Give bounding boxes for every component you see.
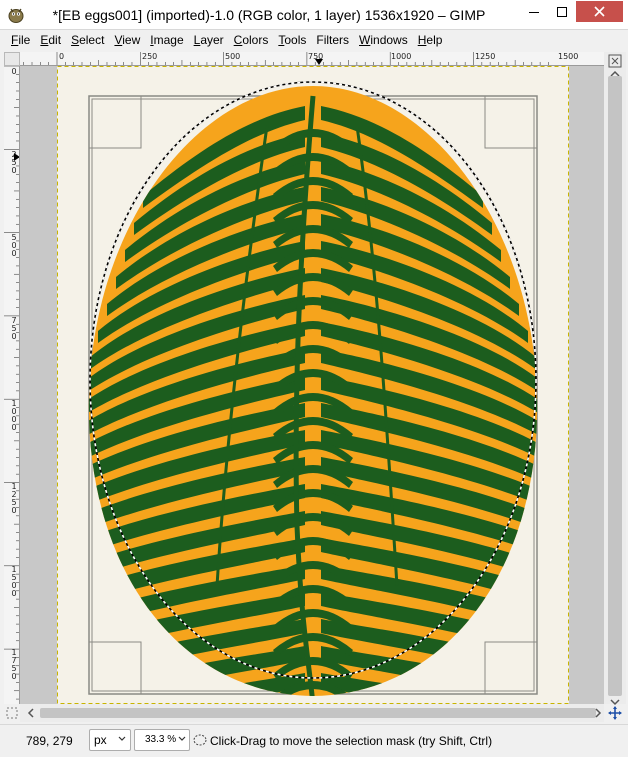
zoom-dropdown[interactable]: 33.3 % [134, 729, 190, 751]
pointer-position-marker [315, 59, 323, 65]
quick-mask-button[interactable] [4, 704, 20, 722]
status-message: Click-Drag to move the selection mask (t… [210, 734, 493, 748]
menu-image[interactable]: Image [145, 30, 188, 50]
minimize-button[interactable] [520, 1, 547, 22]
maximize-button[interactable] [548, 1, 575, 22]
vruler-label-500: 500 [11, 233, 17, 258]
vruler-label-1000: 1000 [11, 399, 17, 432]
menu-layer[interactable]: Layer [189, 30, 229, 50]
title-bar: *[EB eggs001] (imported)-1.0 (RGB color,… [0, 0, 628, 30]
hruler-label-1250: 1250 [475, 52, 496, 61]
gimp-icon [8, 8, 24, 23]
vertical-scrollbar-thumb[interactable] [608, 76, 622, 696]
menu-edit[interactable]: Edit [35, 30, 66, 50]
menu-tools[interactable]: Tools [273, 30, 311, 50]
navigation-button[interactable] [606, 704, 624, 722]
window-title: *[EB eggs001] (imported)-1.0 (RGB color,… [52, 7, 486, 23]
image-content[interactable] [57, 66, 569, 704]
menu-bar: File Edit Select View Image Layer Colors… [0, 30, 628, 50]
horizontal-ruler[interactable]: 0 250 500 750 1000 1250 1500 [20, 52, 604, 66]
hruler-label-0: 0 [59, 52, 65, 61]
vertical-ruler[interactable]: 0 250 500 750 1000 1250 1500 1750 [4, 66, 20, 704]
menu-windows[interactable]: Windows [354, 30, 413, 50]
vruler-label-1500: 1500 [11, 565, 17, 598]
zoom-value: 33.3 % [145, 734, 177, 745]
marbled-egg-image [57, 66, 569, 704]
scroll-right-arrow[interactable] [593, 707, 603, 719]
horizontal-scrollbar-thumb[interactable] [40, 708, 596, 718]
chevron-down-icon [178, 736, 186, 741]
hruler-label-500: 500 [225, 52, 241, 61]
vruler-label-1250: 1250 [11, 482, 17, 515]
pan-cross-icon [608, 706, 622, 720]
quick-mask-icon [6, 707, 18, 719]
image-canvas[interactable] [20, 66, 604, 704]
menu-file[interactable]: File [6, 30, 35, 50]
status-bar: 789, 279 px 33.3 % Click-Drag to move th… [0, 724, 628, 757]
hruler-label-1500: 1500 [558, 52, 579, 61]
scroll-left-arrow[interactable] [26, 707, 36, 719]
unit-dropdown[interactable]: px [89, 729, 131, 751]
vruler-label-750: 750 [11, 316, 17, 341]
pointer-coordinates: 789, 279 [26, 734, 73, 748]
zoom-image-button[interactable] [604, 52, 626, 70]
menu-view[interactable]: View [109, 30, 145, 50]
ruler-corner[interactable] [4, 52, 20, 66]
close-button[interactable] [576, 1, 623, 22]
hruler-label-250: 250 [142, 52, 158, 61]
minimize-icon [528, 11, 539, 13]
maximize-icon [556, 6, 567, 17]
navigate-icon [608, 54, 622, 68]
vruler-label-1750: 1750 [11, 648, 17, 681]
selection-ellipse-icon [193, 734, 207, 746]
hruler-label-1000: 1000 [391, 52, 412, 61]
unit-value: px [94, 733, 107, 747]
menu-select[interactable]: Select [66, 30, 109, 50]
menu-filters[interactable]: Filters [311, 30, 354, 50]
vruler-label-0: 0 [11, 67, 17, 76]
close-icon [594, 6, 605, 17]
chevron-down-icon [118, 736, 126, 741]
menu-colors[interactable]: Colors [229, 30, 274, 50]
menu-help[interactable]: Help [413, 30, 448, 50]
